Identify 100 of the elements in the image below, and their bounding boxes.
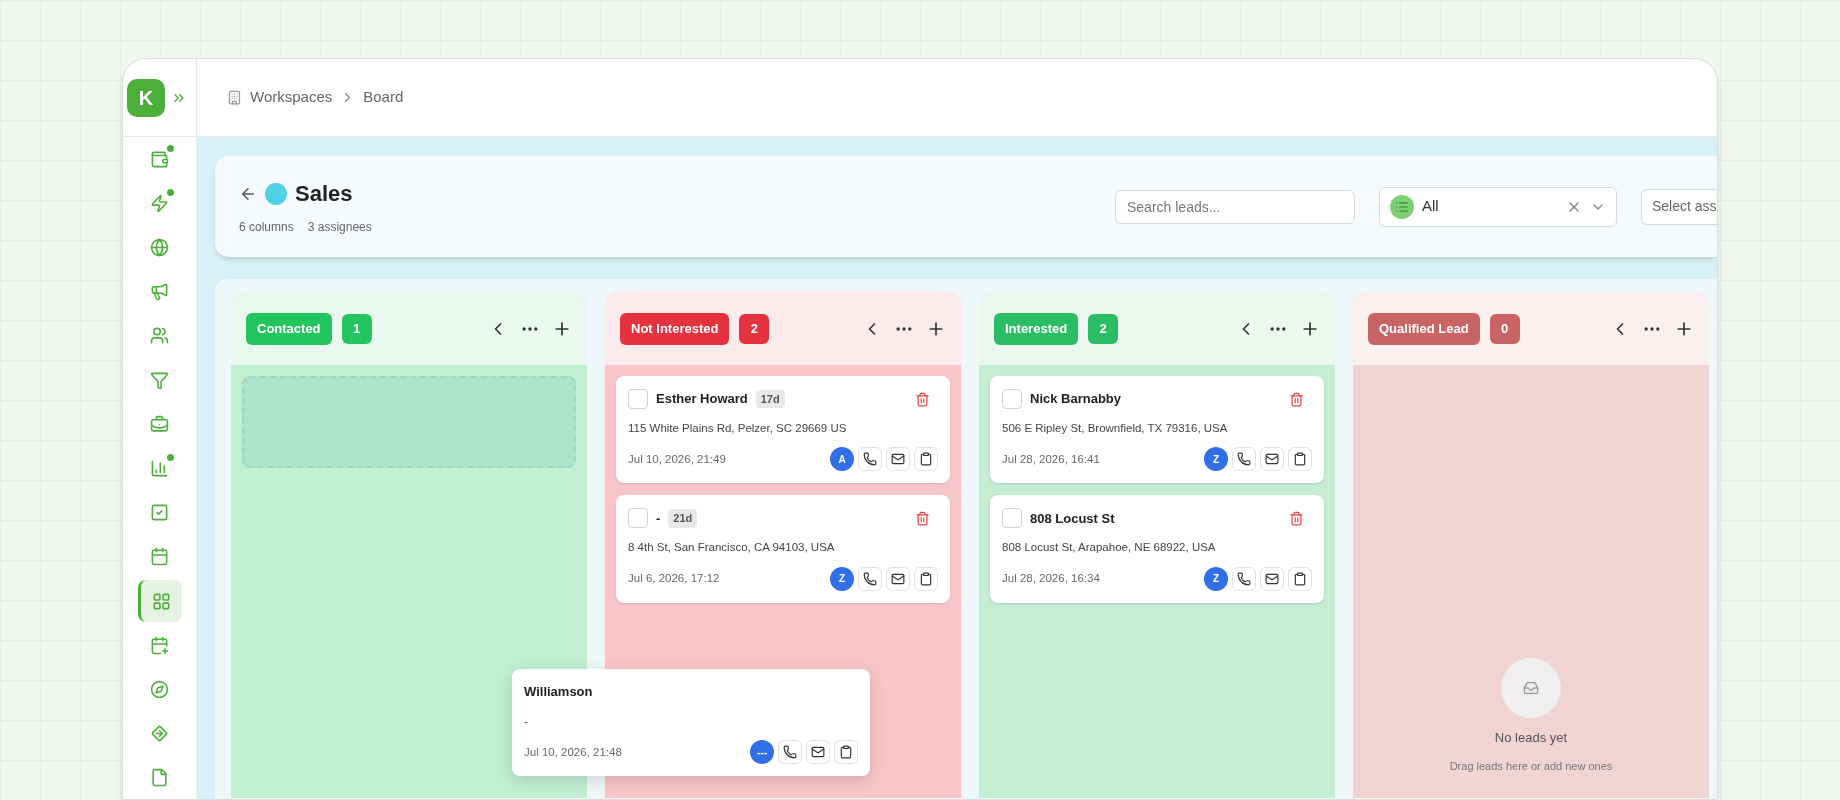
dragged-lead-card[interactable]: Williamson - Jul 10, 2026, 21:48 --- [512,669,870,777]
column-label: Not Interested [620,313,730,345]
board-meta: 6 columns [239,219,294,236]
assignee-avatar: Z [830,566,854,591]
lead-name: Nick Barnabby [1030,390,1122,409]
assignee-avatar: A [830,447,854,472]
filter-icon [150,370,169,390]
notes-button[interactable] [914,566,938,591]
column-count: 2 [1088,314,1119,344]
lead-date: Jul 10, 2026, 21:49 [628,451,726,467]
column-label: Qualified Lead [1368,313,1480,345]
breadcrumb-link[interactable]: Workspaces [250,86,333,109]
calendar-plus-icon [150,635,169,655]
column-label: Contacted [246,313,332,345]
phone-icon [1237,571,1251,586]
notes-button[interactable] [834,740,858,765]
email-button[interactable] [1260,447,1284,472]
lightning-icon [150,193,169,213]
direction-sign-icon [150,724,169,744]
column-count: 2 [739,314,770,344]
megaphone-icon [150,282,169,302]
call-button[interactable] [1232,447,1256,472]
lead-date: Jul 28, 2026, 16:41 [1002,451,1100,467]
phone-icon [1237,452,1251,467]
delete-icon[interactable] [915,510,930,526]
lead-date: Jul 6, 2026, 17:12 [628,570,720,586]
notes-button[interactable] [914,447,938,472]
breadcrumb-link[interactable]: Board [363,86,404,109]
email-button[interactable] [886,566,910,591]
column-label: Interested [994,313,1079,345]
lead-address: 506 E Ripley St, Brownfield, TX 79316, USA [1002,421,1229,436]
status-filter[interactable]: All [1379,186,1617,227]
delete-icon[interactable] [915,391,930,407]
call-button[interactable] [778,740,802,765]
mail-icon [1265,452,1279,467]
call-button[interactable] [1232,566,1256,591]
empty-hint: Drag leads here or add new ones [1449,758,1613,774]
lead-name: 808 Locust St [1030,509,1115,528]
file-icon [150,768,169,788]
clipboard-icon [1293,452,1307,467]
lead-card[interactable]: 808 Locust St 808 Locust St, Arapahoe, NE 68922, USA Jul 28, 2026, 16:34 Z [990,495,1324,603]
lead-date: Jul 28, 2026, 16:34 [1002,570,1100,586]
checkbox[interactable] [1002,389,1022,409]
phone-icon [783,745,797,760]
assignee-avatar: Z [1204,447,1228,472]
briefcase-icon [150,414,169,434]
email-button[interactable] [1260,566,1284,591]
clipboard-icon [839,745,853,760]
mail-icon [1265,571,1279,586]
email-button[interactable] [806,740,830,765]
calendar-icon [150,547,169,567]
compass-icon [150,680,169,700]
clipboard-icon [919,571,933,586]
call-button[interactable] [858,447,882,472]
globe-icon [150,238,169,257]
checkbox[interactable] [628,508,648,529]
checkbox[interactable] [1002,508,1022,529]
check-square-icon [150,503,169,523]
mail-icon [811,745,825,760]
bar-chart-icon [150,459,169,478]
assignee-avatar: Z [1204,566,1228,591]
clipboard-icon [1293,571,1307,586]
email-button[interactable] [886,447,910,472]
lead-card[interactable]: - 21d 8 4th St, San Francisco, CA 94103, USA Jul 6, 2026, 17:12 Z [616,495,950,603]
mail-icon [891,452,905,467]
phone-icon [863,571,877,586]
age-badge: 21d [668,509,698,528]
delete-icon[interactable] [1289,391,1304,407]
lead-address: 808 Locust St, Arapahoe, NE 68922, USA [1002,540,1217,556]
board-title: Sales [295,180,353,208]
age-badge: 17d [755,389,785,409]
empty-title: No leads yet [1494,729,1568,747]
column-count: 0 [1489,314,1520,344]
clipboard-icon [919,452,933,467]
lead-name: - [656,509,661,528]
lead-date: Jul 10, 2026, 21:48 [524,744,622,760]
assignee-select[interactable]: Select ass [1641,188,1717,225]
call-button[interactable] [858,566,882,591]
delete-icon[interactable] [1289,510,1304,526]
lead-address: 115 White Plains Rd, Pelzer, SC 29669 US [628,421,848,436]
notes-button[interactable] [1288,447,1312,472]
checkbox[interactable] [628,389,648,409]
notes-button[interactable] [1288,566,1312,591]
users-icon [150,326,169,346]
lead-name: Williamson [524,683,593,702]
assignee-avatar: --- [750,740,774,765]
wallet-icon [150,149,169,169]
list-icon [1390,194,1414,219]
inbox-icon [1523,680,1539,696]
search-field[interactable]: Search leads... [1115,189,1355,224]
phone-icon [863,452,877,467]
board-meta: 3 assignees [307,219,372,236]
sidebar-item[interactable] [137,580,182,623]
column-count: 1 [341,314,372,344]
lead-name: Esther Howard [656,390,748,409]
mail-icon [891,571,905,586]
lead-card[interactable]: Esther Howard 17d 115 White Plains Rd, Pelzer, SC 29669 US Jul 10, 2026, 21:49 A [616,376,950,484]
grid-icon [151,591,171,611]
lead-card[interactable]: Nick Barnabby 506 E Ripley St, Brownfield, TX 79316, USA Jul 28, 2026, 16:41 Z [990,376,1324,484]
building-icon [227,90,242,105]
